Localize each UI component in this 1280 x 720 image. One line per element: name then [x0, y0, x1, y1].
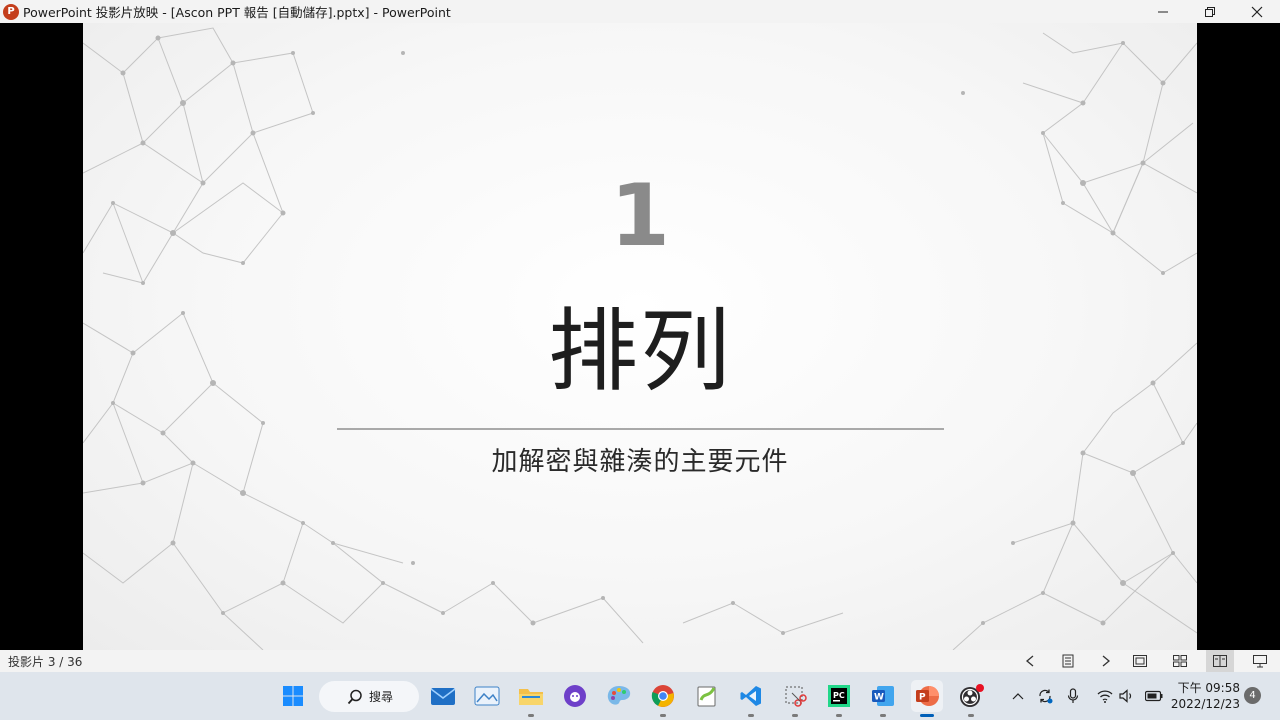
running-indicator: [968, 714, 974, 717]
title-bar: P PowerPoint 投影片放映 - [Ascon PPT 報告 [自動儲存…: [0, 0, 1280, 23]
close-icon: [1251, 6, 1262, 17]
window-title: PowerPoint 投影片放映 - [Ascon PPT 報告 [自動儲存].…: [23, 5, 451, 20]
app-window: P PowerPoint 投影片放映 - [Ascon PPT 報告 [自動儲存…: [0, 0, 1280, 720]
taskbar-paint[interactable]: [603, 680, 635, 712]
clock-time: 下午 09:58: [1177, 681, 1240, 695]
volume-button[interactable]: [1116, 689, 1138, 703]
view-switcher: [1126, 650, 1280, 672]
slide-sorter-button[interactable]: [1166, 650, 1194, 672]
status-bar: 投影片 3 / 36: [0, 650, 1280, 672]
taskbar-powerpoint[interactable]: P: [911, 680, 943, 717]
taskbar-github-desktop[interactable]: [559, 680, 591, 712]
minimize-button[interactable]: [1139, 0, 1186, 23]
running-indicator: [748, 714, 754, 717]
chrome-icon: [651, 685, 674, 707]
slideshow-area[interactable]: 1 排列 加解密與雜湊的主要元件: [0, 23, 1280, 650]
taskbar-obs[interactable]: [955, 680, 987, 717]
taskbar-search[interactable]: 搜尋: [319, 681, 419, 712]
title-divider: [337, 428, 944, 430]
show-hidden-icons-button[interactable]: [1008, 692, 1028, 700]
running-indicator: [880, 714, 886, 717]
normal-view-button[interactable]: [1126, 650, 1154, 672]
restore-button[interactable]: [1186, 0, 1233, 23]
obs-icon: [960, 684, 984, 707]
previous-slide-button[interactable]: [1018, 650, 1042, 672]
svg-text:W: W: [874, 693, 884, 703]
window-controls: [1139, 0, 1280, 23]
slide-section-number: 1: [610, 166, 670, 266]
snipping-tool-icon: [785, 686, 807, 707]
start-button[interactable]: [277, 680, 309, 712]
taskbar-chrome[interactable]: [647, 680, 679, 717]
folder-icon: [519, 689, 543, 705]
vscode-icon: [740, 686, 761, 706]
taskbar-clock[interactable]: 下午 09:58 2022/12/23: [1168, 680, 1240, 712]
next-slide-button[interactable]: [1094, 650, 1118, 672]
system-tray: [1008, 672, 1168, 720]
wifi-icon: [1097, 690, 1113, 703]
search-icon: [347, 689, 362, 704]
reading-view-button[interactable]: [1206, 650, 1234, 672]
paint-palette-icon: [607, 686, 631, 705]
microphone-button[interactable]: [1060, 688, 1086, 704]
mail-icon: [430, 688, 456, 705]
slide-subtitle: 加解密與雜湊的主要元件: [491, 447, 789, 477]
sync-status-button[interactable]: [1032, 688, 1058, 704]
notepadpp-icon: [697, 686, 716, 707]
taskbar-notepadpp[interactable]: [691, 680, 723, 712]
battery-button[interactable]: [1140, 690, 1168, 702]
search-label: 搜尋: [369, 690, 394, 704]
close-button[interactable]: [1233, 0, 1280, 23]
slideshow-view-button[interactable]: [1246, 650, 1274, 672]
running-indicator: [792, 714, 798, 717]
powerpoint-icon: P: [916, 686, 939, 706]
normal-view-icon: [1133, 655, 1147, 667]
svg-text:PC: PC: [833, 691, 845, 700]
battery-icon: [1145, 690, 1163, 702]
taskbar-photos[interactable]: [471, 680, 503, 712]
chevron-right-icon: [1102, 655, 1111, 667]
running-indicator: [920, 714, 934, 717]
restore-icon: [1204, 6, 1215, 17]
clock-date: 2022/12/23: [1170, 697, 1240, 711]
slide-title: 排列: [548, 299, 732, 404]
taskbar-pycharm[interactable]: PC: [823, 680, 855, 717]
sync-icon: [1039, 689, 1053, 704]
slide-sorter-icon: [1173, 655, 1187, 667]
taskbar: 搜尋 PC W P 下午 09:58 2022/12/23 4: [0, 672, 1280, 720]
slide[interactable]: 1 排列 加解密與雜湊的主要元件: [83, 23, 1197, 650]
slideshow-icon: [1253, 654, 1267, 667]
wifi-button[interactable]: [1094, 689, 1116, 703]
slide-navigation: [1018, 650, 1132, 672]
notes-icon: [1062, 654, 1074, 668]
minimize-icon: [1157, 11, 1168, 12]
windows-start-icon: [283, 686, 303, 706]
pycharm-icon: PC: [828, 685, 850, 707]
running-indicator: [660, 714, 666, 717]
svg-text:P: P: [919, 693, 926, 703]
slide-menu-button[interactable]: [1056, 650, 1080, 672]
running-indicator: [836, 714, 842, 717]
notification-badge[interactable]: 4: [1244, 687, 1261, 704]
powerpoint-app-icon: P: [3, 3, 19, 20]
speaker-icon: [1119, 689, 1132, 703]
running-indicator: [528, 714, 534, 717]
taskbar-snipping-tool[interactable]: [779, 680, 811, 717]
photos-icon: [474, 686, 500, 706]
github-icon: [564, 685, 586, 707]
taskbar-word[interactable]: W: [867, 680, 899, 717]
word-icon: W: [872, 686, 894, 706]
taskbar-file-explorer[interactable]: [515, 680, 547, 717]
taskbar-vscode[interactable]: [735, 680, 767, 717]
reading-view-icon: [1213, 655, 1227, 667]
taskbar-mail[interactable]: [427, 680, 459, 712]
microphone-icon: [1067, 688, 1079, 703]
chevron-left-icon: [1025, 655, 1034, 667]
slide-counter: 投影片 3 / 36: [8, 654, 83, 669]
chevron-up-icon: [1012, 693, 1024, 700]
